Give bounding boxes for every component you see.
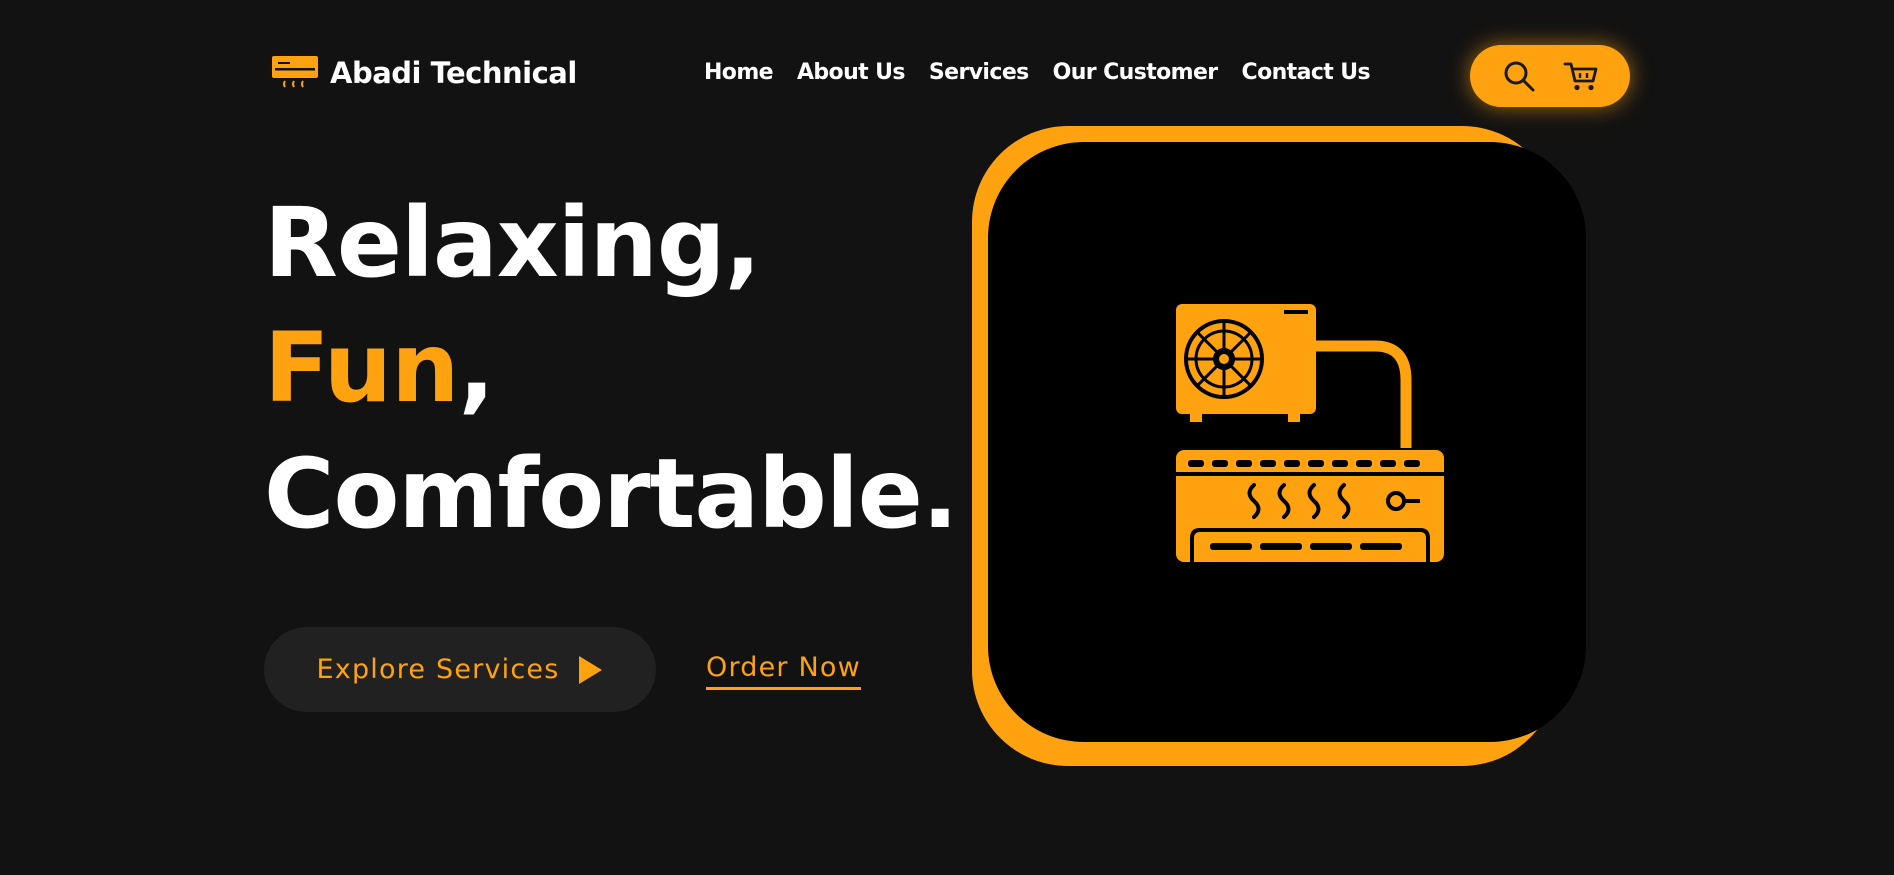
header-actions [1470, 45, 1630, 107]
nav-item-contact-us[interactable]: Contact Us [1242, 60, 1371, 85]
air-conditioner-unit-icon [1176, 304, 1444, 562]
hero-line-3: Comfortable. [264, 438, 958, 550]
play-icon [579, 655, 603, 684]
hero-line-2: Fun, [264, 320, 495, 416]
nav-item-services[interactable]: Services [929, 60, 1029, 85]
air-conditioner-icon [272, 56, 318, 88]
explore-services-label: Explore Services [316, 654, 560, 685]
hero-accent-word: Fun [264, 312, 459, 424]
search-icon [1504, 61, 1535, 92]
brand-logo[interactable]: Abadi Technical [272, 54, 577, 92]
cart-icon [1563, 62, 1598, 91]
nav-item-home[interactable]: Home [704, 60, 774, 85]
hero-line-2-punctuation: , [458, 312, 494, 424]
hero-line-1: Relaxing, [264, 187, 761, 299]
nav-item-our-customer[interactable]: Our Customer [1053, 60, 1219, 85]
explore-services-button[interactable]: Explore Services [264, 627, 656, 712]
search-button[interactable] [1501, 58, 1537, 94]
nav-item-about-us[interactable]: About Us [797, 60, 905, 85]
page: Abadi Technical Home About Us Services O… [0, 0, 1894, 875]
order-now-link[interactable]: Order Now [706, 652, 861, 690]
cart-button[interactable] [1563, 58, 1599, 94]
main-nav: Home About Us Services Our Customer Cont… [704, 60, 1371, 85]
brand-name: Abadi Technical [330, 56, 577, 90]
